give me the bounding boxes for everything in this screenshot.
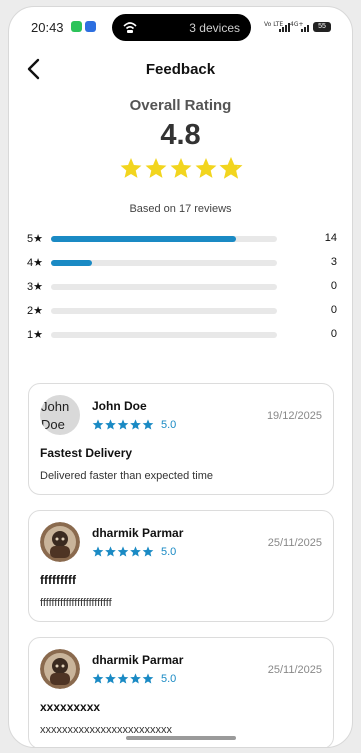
home-indicator [126, 736, 236, 740]
rating-bar-track [51, 260, 277, 266]
star-icon [105, 546, 116, 557]
signal-bars-2-icon [301, 22, 309, 32]
status-time: 20:43 [31, 20, 64, 35]
rating-bar-row: 1★ 0 [27, 328, 337, 342]
battery-icon: 55 [313, 22, 331, 32]
review-star-rating [92, 673, 154, 684]
rating-bar-count: 3 [330, 256, 337, 268]
rating-bar-track [51, 284, 277, 290]
rating-bar-track [51, 308, 277, 314]
rating-bar-count: 14 [324, 232, 337, 244]
star-icon [92, 419, 104, 430]
review-date: 25/11/2025 [267, 664, 322, 676]
connected-devices-icon [123, 22, 137, 33]
review-star-rating [92, 419, 154, 430]
star-icon [117, 546, 129, 557]
phone-screen: 20:43 3 devices Vo LTE 4G+ 55 Feedback O… [8, 6, 353, 748]
star-icon [195, 158, 217, 178]
star-icon [105, 673, 116, 684]
star-icon [170, 158, 192, 178]
page-title: Feedback [145, 61, 216, 78]
user-photo-icon [40, 522, 80, 562]
overall-rating-value: 4.8 [160, 119, 201, 151]
rating-bar-count: 0 [330, 328, 337, 340]
star-icon [142, 419, 154, 430]
star-icon [117, 419, 129, 430]
review-star-rating [92, 546, 154, 557]
review-body: fffffffffffffffffffffffff [40, 597, 112, 609]
star-icon [105, 419, 116, 430]
app-header: Feedback [9, 55, 352, 85]
star-icon [92, 546, 104, 557]
star-icon [142, 546, 154, 557]
rating-bar-label: 3★ [27, 281, 43, 293]
reviewer-name: dharmik Parmar [92, 653, 184, 667]
devices-count-text: 3 devices [189, 21, 240, 35]
avatar [40, 522, 80, 562]
review-rating-value: 5.0 [161, 419, 177, 431]
star-icon [130, 419, 141, 430]
reviewer-name: dharmik Parmar [92, 526, 184, 540]
user-photo-icon [40, 649, 80, 689]
review-body: xxxxxxxxxxxxxxxxxxxxxxxx [40, 724, 172, 736]
review-count-text: Based on 17 reviews [129, 203, 232, 215]
review-card[interactable]: John Doe John Doe 5.0 19/12/2025 Fastest Del… [28, 383, 334, 495]
rating-bar-fill [51, 236, 237, 242]
rating-bar-count: 0 [330, 304, 337, 316]
dynamic-island[interactable]: 3 devices [112, 14, 251, 41]
call-app-icon [71, 21, 82, 32]
review-title: Fastest Delivery [40, 446, 133, 460]
review-title: fffffffff [40, 573, 76, 587]
rating-bar-label: 4★ [27, 257, 43, 269]
review-card[interactable]: dharmik Parmar 5.0 25/11/2025 fffffffff ffff… [28, 510, 334, 622]
reviewer-name: John Doe [92, 399, 147, 413]
review-body: Delivered faster than expected time [40, 470, 214, 482]
rating-bar-row: 2★ 0 [27, 304, 337, 318]
star-icon [92, 673, 104, 684]
star-icon [130, 673, 141, 684]
review-date: 19/12/2025 [266, 410, 322, 422]
rating-bar-track [51, 332, 277, 338]
messages-app-icon [85, 21, 96, 32]
half-star-icon [219, 157, 243, 179]
review-card[interactable]: dharmik Parmar 5.0 25/11/2025 xxxxxxxxx xxxx… [28, 637, 334, 747]
rating-bar-label: 2★ [27, 305, 43, 317]
rating-bar-count: 0 [330, 280, 337, 292]
star-icon [120, 158, 142, 178]
star-icon [142, 673, 154, 684]
rating-bar-row: 4★ 3 [27, 256, 337, 270]
rating-bar-track [51, 236, 277, 242]
avatar [40, 649, 80, 689]
rating-bar-label: 1★ [27, 329, 43, 341]
review-title: xxxxxxxxx [40, 700, 101, 714]
signal-bars-icon [279, 22, 290, 32]
rating-bar-row: 5★ 14 [27, 232, 337, 246]
rating-bar-fill [51, 260, 92, 266]
star-icon [117, 673, 129, 684]
review-date: 25/11/2025 [267, 537, 322, 549]
rating-bar-label: 5★ [27, 233, 43, 245]
avatar: John Doe [40, 395, 80, 435]
rating-bar-row: 3★ 0 [27, 280, 337, 294]
overall-rating-label: Overall Rating [129, 97, 232, 114]
star-icon [145, 158, 167, 178]
star-icon [130, 546, 141, 557]
status-bar: 20:43 3 devices Vo LTE 4G+ 55 [9, 7, 352, 47]
review-rating-value: 5.0 [161, 546, 177, 558]
overall-star-rating [120, 157, 243, 179]
review-rating-value: 5.0 [161, 673, 177, 685]
